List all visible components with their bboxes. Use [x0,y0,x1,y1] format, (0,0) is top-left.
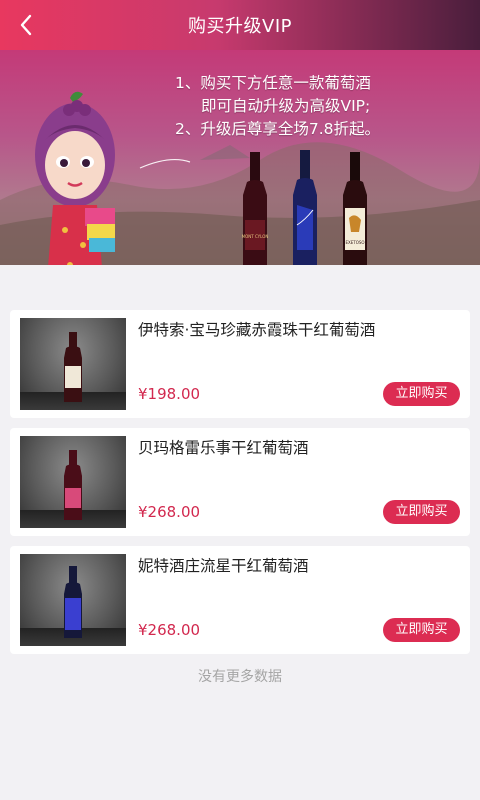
product-price: ¥268.00 [138,621,201,639]
buy-now-button[interactable]: 立即购买 [383,382,460,406]
product-name: 贝玛格雷乐事干红葡萄酒 [138,439,309,457]
chevron-left-icon[interactable] [14,12,40,38]
product-list: 伊特索·宝马珍藏赤霞珠干红葡萄酒 ¥198.00 立即购买 贝玛格雷乐事干红葡萄… [10,310,470,664]
product-card[interactable]: 妮特酒庄流星干红葡萄酒 ¥268.00 立即购买 [10,546,470,654]
page-title: 购买升级VIP [188,16,292,37]
buy-now-button[interactable]: 立即购买 [383,500,460,524]
grape-mascot [35,91,115,265]
nav-bar: 购买升级VIP [0,0,480,50]
product-image [20,318,126,410]
buy-now-button[interactable]: 立即购买 [383,618,460,642]
wine-bottles: MONT CYLON EXETOSO [242,150,367,265]
bottle-2 [293,150,317,265]
wine-bottle-image [64,566,82,638]
product-card[interactable]: 贝玛格雷乐事干红葡萄酒 ¥268.00 立即购买 [10,428,470,536]
rule-line-1: 1、购买下方任意一款葡萄酒 [175,74,371,92]
product-image [20,554,126,646]
bottle-1: MONT CYLON [242,152,269,265]
wine-bottle-image [64,450,82,520]
product-name: 伊特索·宝马珍藏赤霞珠干红葡萄酒 [138,321,376,339]
product-name: 妮特酒庄流星干红葡萄酒 [138,557,309,575]
bottle-1-label: MONT CYLON [242,234,269,239]
no-more-data-text: 没有更多数据 [198,669,282,685]
product-card[interactable]: 伊特索·宝马珍藏赤霞珠干红葡萄酒 ¥198.00 立即购买 [10,310,470,418]
bottle-3: EXETOSO [343,152,367,265]
rule-line-3: 2、升级后尊享全场7.8折起。 [175,120,381,138]
wine-bottle-image [64,332,82,402]
bottle-3-label: EXETOSO [345,240,364,245]
product-image [20,436,126,528]
product-price: ¥268.00 [138,503,201,521]
vip-rules: 1、购买下方任意一款葡萄酒 即可自动升级为高级VIP; 2、升级后尊享全场7.8… [175,72,380,141]
product-price: ¥198.00 [138,385,201,403]
rule-line-2: 即可自动升级为高级VIP; [201,97,371,115]
vip-banner: 1、购买下方任意一款葡萄酒 即可自动升级为高级VIP; 2、升级后尊享全场7.8… [0,50,480,265]
